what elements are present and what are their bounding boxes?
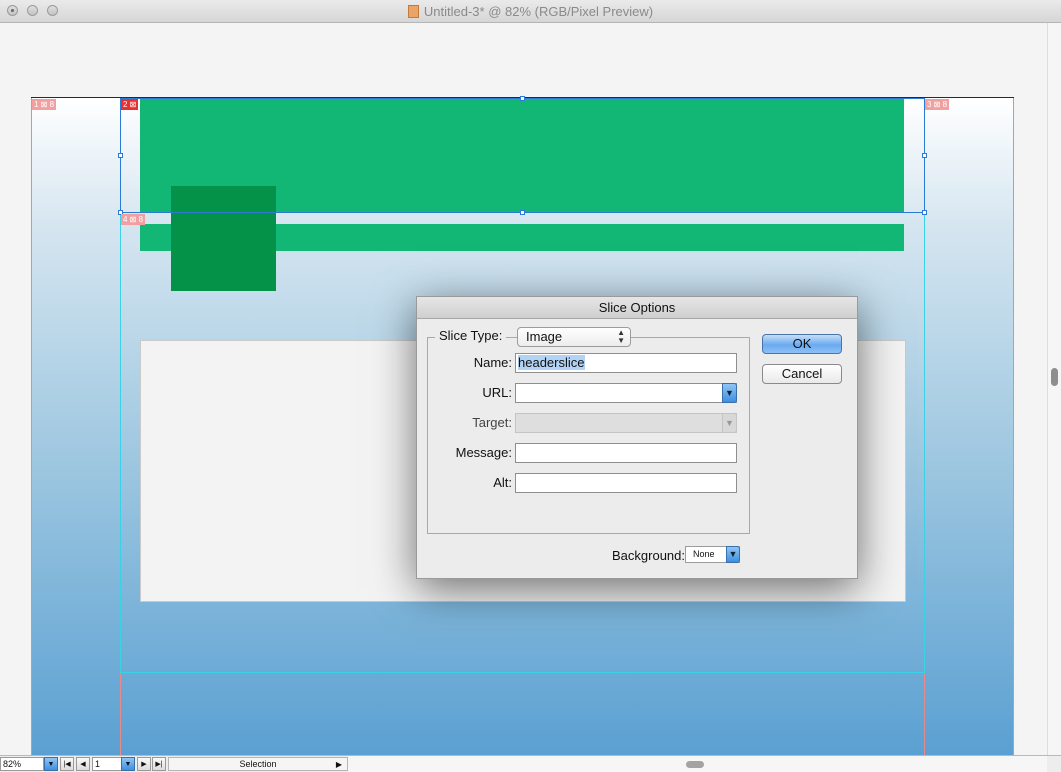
slice-options-dialog: Slice Options Slice Type: Image ▲ ▼ Name:… [416, 296, 858, 579]
background-select[interactable]: None ▼ [685, 546, 740, 563]
updown-arrows-icon: ▲ ▼ [617, 328, 625, 345]
vertical-scrollbar[interactable] [1047, 23, 1061, 755]
url-label: URL: [482, 385, 512, 400]
window-title: Untitled-3* @ 82% (RGB/Pixel Preview) [0, 4, 1061, 19]
slice-cyan-right [924, 213, 925, 673]
menu-arrow-icon: ▶ [335, 760, 342, 769]
background-value: None [693, 549, 715, 559]
status-bar: 82% ▼ |◀ ◀ 1 ▼ ▶ ▶| Selection ▶ [0, 755, 1061, 772]
slice-badge-4[interactable]: 4 ⊠ 8 [121, 214, 146, 225]
chevron-down-icon[interactable]: ▼ [722, 383, 737, 403]
horizontal-scrollbar[interactable] [348, 756, 1047, 772]
resize-handle[interactable] [922, 153, 927, 158]
chevron-down-icon[interactable]: ▼ [726, 546, 740, 563]
message-field[interactable] [515, 443, 737, 463]
alt-label: Alt: [493, 475, 512, 490]
url-field[interactable]: ▼ [515, 383, 737, 403]
status-tool-menu[interactable]: Selection ▶ [168, 757, 348, 771]
target-field: ▼ [515, 413, 737, 433]
slice-badge-2[interactable]: 2 ⊠ [121, 99, 139, 110]
selected-slice-outline[interactable] [120, 98, 925, 213]
previous-page-icon[interactable]: ◀ [76, 757, 90, 771]
last-page-icon[interactable]: ▶| [152, 757, 166, 771]
slice-type-select[interactable]: Image ▲ ▼ [517, 327, 631, 347]
slice-badge-1[interactable]: 1 ⊠ 8 [32, 99, 57, 110]
first-page-icon[interactable]: |◀ [60, 757, 74, 771]
slice-cyan-left [120, 213, 121, 673]
page-menu-button[interactable]: ▼ [121, 757, 135, 771]
dialog-title: Slice Options [417, 297, 857, 319]
zoom-menu-button[interactable]: ▼ [44, 757, 58, 771]
slice-type-legend: Slice Type: [435, 328, 507, 343]
name-field[interactable]: headerslice [515, 353, 737, 373]
resize-handle[interactable] [922, 210, 927, 215]
horizontal-scroll-thumb[interactable] [686, 761, 704, 768]
target-label: Target: [472, 415, 512, 430]
ok-button[interactable]: OK [762, 334, 842, 354]
background-label: Background: [612, 548, 685, 563]
vertical-scroll-thumb[interactable] [1051, 368, 1058, 386]
title-bar: Untitled-3* @ 82% (RGB/Pixel Preview) [0, 0, 1061, 23]
next-page-icon[interactable]: ▶ [137, 757, 151, 771]
status-tool-label: Selection [239, 759, 277, 769]
cancel-button[interactable]: Cancel [762, 364, 842, 384]
message-label: Message: [455, 445, 512, 460]
resize-handle[interactable] [118, 153, 123, 158]
zoom-field[interactable]: 82% [0, 757, 44, 771]
name-field-value: headerslice [518, 355, 585, 370]
slice-cyan-bottom [120, 672, 925, 673]
resize-handle[interactable] [520, 96, 525, 101]
alt-field[interactable] [515, 473, 737, 493]
window-title-text: Untitled-3* @ 82% (RGB/Pixel Preview) [423, 4, 654, 19]
slice-guide-left [31, 98, 32, 756]
name-label: Name: [473, 355, 512, 370]
resize-handle[interactable] [520, 210, 525, 215]
chevron-down-icon: ▼ [722, 413, 737, 433]
slice-badge-3[interactable]: 3 ⊠ 8 [925, 99, 950, 110]
document-icon [407, 5, 419, 18]
slice-type-label: Slice Type: [439, 328, 503, 343]
page-field[interactable]: 1 [92, 757, 122, 771]
slice-type-value: Image [526, 329, 563, 344]
slice-guide-right [1013, 98, 1014, 756]
